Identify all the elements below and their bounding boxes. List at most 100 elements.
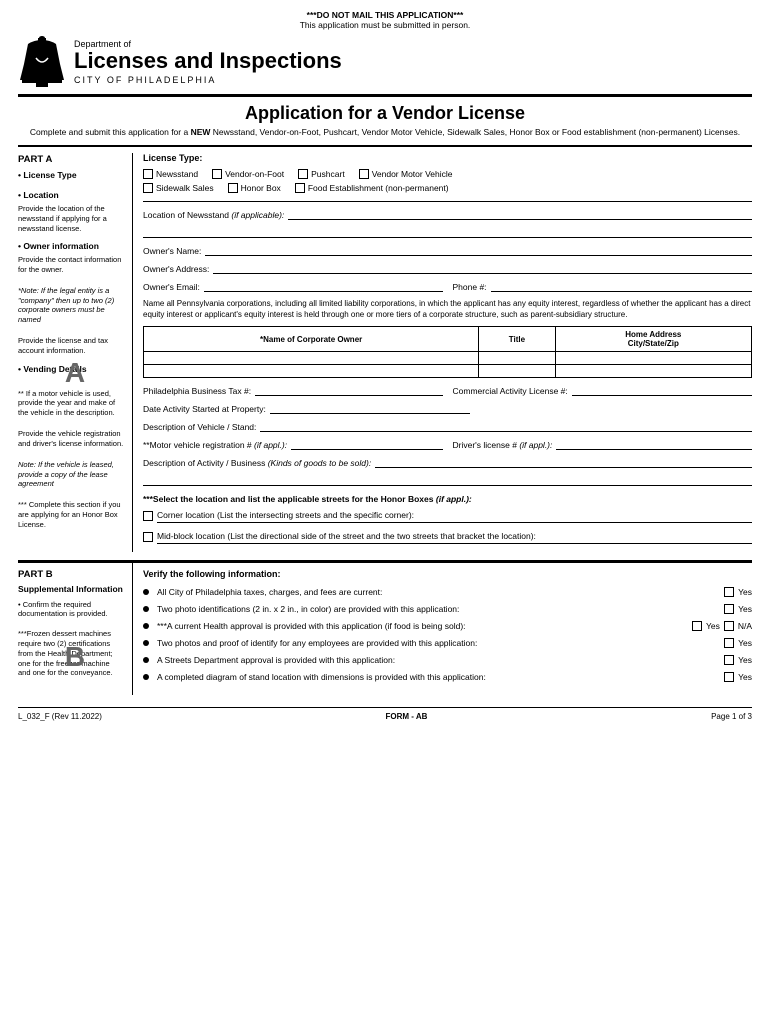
part-b-sublabel: Supplemental Information: [18, 584, 124, 595]
desc-activity-input-2[interactable]: [143, 474, 752, 486]
part-b-letter: B: [65, 638, 85, 676]
date-activity-label: Date Activity Started at Property:: [143, 404, 266, 414]
location-field-row: Location of Newsstand (if applicable):: [143, 208, 752, 220]
corp-address-1[interactable]: [555, 352, 751, 365]
email-item: Owner's Email:: [143, 280, 443, 292]
verify-item-5: A Streets Department approval is provide…: [143, 655, 752, 665]
checkbox-pushcart: Pushcart: [298, 169, 345, 179]
corp-address-2[interactable]: [555, 365, 751, 378]
verify-bullet-3: [143, 623, 149, 629]
checkbox-newsstand-box[interactable]: [143, 169, 153, 179]
desc-activity-label: Description of Activity / Business (Kind…: [143, 458, 371, 468]
checkbox-vendor-foot-box[interactable]: [212, 169, 222, 179]
verify-checkbox-3-na[interactable]: [724, 621, 734, 631]
verify-checkbox-4-yes[interactable]: [724, 638, 734, 648]
footer: L_032_F (Rev 11.2022) FORM - AB Page 1 o…: [18, 707, 752, 721]
corp-name-1[interactable]: [144, 352, 479, 365]
corp-table-row-2: [144, 365, 752, 378]
owners-name-row: Owner's Name:: [143, 244, 752, 256]
date-activity-row: Date Activity Started at Property:: [143, 402, 752, 414]
top-notice: ***DO NOT MAIL THIS APPLICATION*** This …: [18, 10, 752, 30]
email-input[interactable]: [204, 280, 443, 292]
part-a-label: PART A: [18, 153, 124, 166]
label-food-estab: Food Establishment (non-permanent): [308, 183, 449, 193]
location-input[interactable]: [288, 208, 752, 220]
verify-checkboxes-4: Yes: [724, 638, 752, 648]
checkbox-vendor-motor: Vendor Motor Vehicle: [359, 169, 453, 179]
checkbox-vendor-foot: Vendor-on-Foot: [212, 169, 284, 179]
license-row-1: Newsstand Vendor-on-Foot Pushcart Vendor…: [143, 169, 752, 179]
midblock-location-checkbox[interactable]: [143, 532, 153, 542]
checkbox-food-estab: Food Establishment (non-permanent): [295, 183, 449, 193]
checkbox-honor-box: Honor Box: [228, 183, 281, 193]
corner-location-text: Corner location (List the intersecting s…: [157, 510, 752, 523]
verify-checkbox-3-yes[interactable]: [692, 621, 702, 631]
verify-checkbox-5-yes[interactable]: [724, 655, 734, 665]
label-vendor-motor: Vendor Motor Vehicle: [372, 169, 453, 179]
owners-address-input[interactable]: [213, 262, 752, 274]
verify-checkbox-2-yes[interactable]: [724, 604, 734, 614]
commercial-activity-item: Commercial Activity License #:: [453, 384, 753, 396]
sidebar-location-text: Provide the location of the newsstand if…: [18, 204, 124, 233]
notice-line2: This application must be submitted in pe…: [18, 20, 752, 30]
footer-form-name: FORM - AB: [386, 712, 428, 721]
liberty-bell-icon: [18, 36, 66, 88]
verify-text-4: Two photos and proof of identify for any…: [157, 638, 718, 648]
verify-checkboxes-1: Yes: [724, 587, 752, 597]
corp-table: *Name of Corporate Owner Title Home Addr…: [143, 326, 752, 378]
corner-location-option: Corner location (List the intersecting s…: [143, 510, 752, 523]
part-b-label: PART B: [18, 569, 124, 582]
footer-form-id: L_032_F (Rev 11.2022): [18, 712, 102, 721]
desc-activity-input[interactable]: [375, 456, 752, 468]
email-label: Owner's Email:: [143, 282, 200, 292]
label-pushcart: Pushcart: [311, 169, 345, 179]
dept-name: Licenses and Inspections: [74, 49, 342, 73]
tax-activity-row: Philadelphia Business Tax #: Commercial …: [143, 384, 752, 396]
header: Department of Licenses and Inspections C…: [18, 36, 752, 97]
license-row-2: Sidewalk Sales Honor Box Food Establishm…: [143, 183, 752, 193]
checkbox-honor-box-box[interactable]: [228, 183, 238, 193]
verify-checkbox-6-yes[interactable]: [724, 672, 734, 682]
checkbox-vendor-motor-box[interactable]: [359, 169, 369, 179]
corner-location-input[interactable]: [157, 522, 752, 523]
location-input-2[interactable]: [143, 226, 752, 238]
checkbox-sidewalk: Sidewalk Sales: [143, 183, 214, 193]
phone-item: Phone #:: [453, 280, 753, 292]
corp-table-header-title: Title: [479, 327, 555, 352]
corp-title-1[interactable]: [479, 352, 555, 365]
biz-tax-item: Philadelphia Business Tax #:: [143, 384, 443, 396]
verify-title: Verify the following information:: [143, 569, 752, 579]
midblock-location-input[interactable]: [157, 543, 752, 544]
biz-tax-input[interactable]: [255, 384, 442, 396]
corp-name-2[interactable]: [144, 365, 479, 378]
verify-checkbox-1-yes[interactable]: [724, 587, 734, 597]
motor-vehicle-item: **Motor vehicle registration # (if appl.…: [143, 438, 443, 450]
desc-vehicle-row: Description of Vehicle / Stand:: [143, 420, 752, 432]
corner-location-checkbox[interactable]: [143, 511, 153, 521]
drivers-license-label: Driver's license # (if appl.):: [453, 440, 553, 450]
label-honor-box: Honor Box: [241, 183, 281, 193]
corp-title-2[interactable]: [479, 365, 555, 378]
date-activity-input[interactable]: [270, 402, 470, 414]
checkbox-food-estab-box[interactable]: [295, 183, 305, 193]
motor-vehicle-input[interactable]: [291, 438, 442, 450]
verify-bullet-5: [143, 657, 149, 663]
desc-vehicle-input[interactable]: [260, 420, 752, 432]
checkbox-sidewalk-box[interactable]: [143, 183, 153, 193]
sidebar-owner-bullet: • Owner information: [18, 241, 124, 253]
commercial-activity-input[interactable]: [572, 384, 752, 396]
midblock-location-label: Mid-block location (List the directional…: [157, 531, 536, 541]
corp-info-text: Name all Pennsylvania corporations, incl…: [143, 298, 752, 320]
owners-name-input[interactable]: [205, 244, 752, 256]
corp-table-header-name: *Name of Corporate Owner: [144, 327, 479, 352]
part-b-section: PART B Supplemental Information • Confir…: [18, 560, 752, 695]
phone-input[interactable]: [491, 280, 752, 292]
drivers-license-input[interactable]: [556, 438, 752, 450]
sidebar-location: • Location Provide the location of the n…: [18, 190, 124, 233]
verify-label-6-yes: Yes: [738, 672, 752, 682]
email-phone-row: Owner's Email: Phone #:: [143, 280, 752, 292]
checkbox-pushcart-box[interactable]: [298, 169, 308, 179]
sidebar-owner: • Owner information Provide the contact …: [18, 241, 124, 355]
page: ***DO NOT MAIL THIS APPLICATION*** This …: [0, 0, 770, 1024]
owners-address-row: Owner's Address:: [143, 262, 752, 274]
